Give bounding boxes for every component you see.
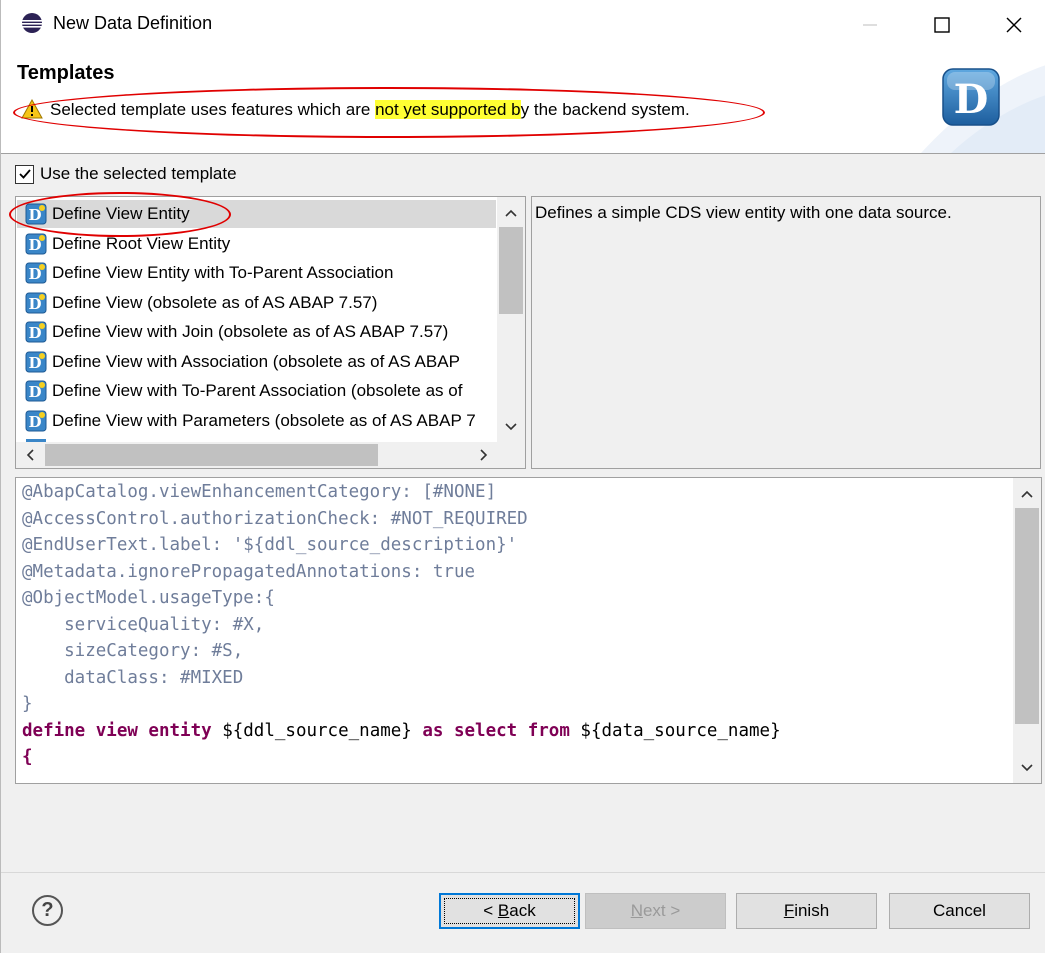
code-line: @EndUserText.label: '${ddl_source_descri… <box>22 535 517 555</box>
code-line: serviceQuality: #X, <box>22 615 264 635</box>
template-list-item-label: Define View with Association (obsolete a… <box>52 351 460 371</box>
template-list-item-label: Define View Entity with To-Parent Associ… <box>52 263 394 282</box>
scroll-down-arrow[interactable] <box>501 417 521 437</box>
window-title: New Data Definition <box>53 13 213 33</box>
back-button-label: ack <box>509 901 536 920</box>
chevron-down-icon <box>1021 764 1033 772</box>
scroll-right-arrow[interactable] <box>474 445 494 465</box>
finish-button-label: inish <box>794 901 830 920</box>
annotation-oval-selection <box>9 192 231 237</box>
wizard-banner: Templates Selected template uses feature… <box>1 50 1045 154</box>
finish-button[interactable]: Finish <box>736 893 877 929</box>
template-icon: D <box>25 351 47 372</box>
chevron-left-icon <box>26 449 34 461</box>
back-button[interactable]: < Back <box>439 893 580 929</box>
scroll-up-arrow[interactable] <box>501 203 521 223</box>
back-button-prefix: < <box>483 901 498 920</box>
hscroll-thumb[interactable] <box>45 444 378 466</box>
code-token: @AbapCatalog.viewEnhancementCategory: [#… <box>22 482 497 502</box>
code-line: } <box>22 694 33 714</box>
template-list-item[interactable]: D Define View Entity with To-Parent Assoc… <box>25 259 393 287</box>
title-bar: New Data Definition <box>1 0 1045 50</box>
template-code-preview[interactable]: @AbapCatalog.viewEnhancementCategory: [#… <box>15 477 1042 784</box>
code-token: @AccessControl.authorizationCheck: #NOT_… <box>22 508 528 529</box>
template-list-item-label: Define View with Join (obsolete as of AS… <box>52 322 449 341</box>
code-token: as select from <box>422 720 581 741</box>
template-list-hscrollbar[interactable] <box>16 442 525 468</box>
code-line: sizeCategory: #S, <box>22 641 243 661</box>
page-title: Templates <box>17 62 115 84</box>
code-vscrollbar[interactable] <box>1013 478 1041 783</box>
back-button-mnemonic: B <box>497 901 510 920</box>
code-token: define view entity <box>22 720 223 741</box>
template-icon: D <box>25 292 47 313</box>
code-token: @ObjectModel.usageType:{ <box>22 588 275 608</box>
code-line: define view entity ${ddl_source_name} as… <box>22 721 781 741</box>
code-line: dataClass: #MIXED <box>22 668 243 688</box>
template-list-item[interactable]: D Define View with Parameters (obsolete a… <box>25 407 476 435</box>
code-token: serviceQuality: #X, <box>22 614 265 635</box>
code-line: @Metadata.ignorePropagatedAnnotations: t… <box>22 562 475 582</box>
use-template-checkbox[interactable] <box>15 164 34 184</box>
dialog-window: New Data Definition Templates Selected t… <box>0 0 1045 953</box>
annotation-oval <box>13 87 765 138</box>
code-token: sizeCategory: #S, <box>22 641 244 661</box>
template-list-item-label: Define View with To-Parent Association (… <box>52 381 463 400</box>
template-icon: D <box>25 321 47 343</box>
template-description: Defines a simple CDS view entity with on… <box>535 203 952 222</box>
code-scroll-thumb[interactable] <box>1015 508 1039 724</box>
code-token: ${data_source_name} <box>580 720 781 741</box>
code-token: ${ddl_source_name} <box>222 720 423 741</box>
close-button[interactable] <box>991 8 1037 42</box>
code-token: @Metadata.ignorePropagatedAnnotations: t… <box>22 561 476 582</box>
chevron-up-icon <box>505 209 517 217</box>
scroll-left-arrow[interactable] <box>20 445 40 465</box>
next-button-label: ext > <box>642 901 681 920</box>
template-icon: D <box>25 380 47 402</box>
code-line: @AccessControl.authorizationCheck: #NOT_… <box>22 509 528 529</box>
template-icon: D <box>25 233 47 254</box>
maximize-icon <box>934 17 950 33</box>
template-list[interactable]: D Define View Entity D Define Root View Ent… <box>15 196 526 469</box>
code-line: { <box>22 747 33 767</box>
eclipse-icon <box>22 13 42 33</box>
template-list-item[interactable]: D Define View (obsolete as of AS ABAP 7.5… <box>25 289 377 317</box>
code-token: { <box>22 747 33 767</box>
chevron-right-icon <box>480 449 488 461</box>
close-icon <box>1006 17 1022 33</box>
next-button-mnemonic: N <box>630 901 643 920</box>
code-token: dataClass: #MIXED <box>22 667 244 688</box>
template-list-item[interactable]: D Define View with To-Parent Association … <box>25 377 462 405</box>
minimize-button[interactable] <box>847 8 893 42</box>
minimize-icon <box>863 24 877 26</box>
scroll-thumb[interactable] <box>499 227 523 314</box>
template-icon: D <box>25 410 47 431</box>
use-template-checkbox-row[interactable]: Use the selected template <box>15 164 237 184</box>
cancel-button[interactable]: Cancel <box>889 893 1030 929</box>
chevron-down-icon <box>505 423 517 431</box>
template-list-item[interactable]: D Define View with Association (obsolete … <box>25 348 460 376</box>
chevron-up-icon <box>1021 490 1033 498</box>
adt-logo-icon: D <box>942 68 1000 126</box>
code-token: } <box>22 694 33 714</box>
template-list-vscrollbar[interactable] <box>497 197 525 445</box>
use-template-label: Use the selected template <box>40 164 237 183</box>
code-scroll-down-arrow[interactable] <box>1017 758 1037 778</box>
checkmark-icon <box>18 169 31 179</box>
footer-separator <box>1 872 1045 873</box>
help-button[interactable]: ? <box>32 895 63 926</box>
template-list-item-label: Define View (obsolete as of AS ABAP 7.57… <box>52 292 378 312</box>
code-token: @EndUserText.label: '${ddl_source_descri… <box>22 535 518 555</box>
template-icon: D <box>25 262 47 284</box>
code-line: @AbapCatalog.viewEnhancementCategory: [#… <box>22 482 496 502</box>
finish-button-mnemonic: F <box>783 901 795 920</box>
code-scroll-up-arrow[interactable] <box>1017 484 1037 504</box>
maximize-button[interactable] <box>919 8 965 42</box>
template-list-item-label: Define View with Parameters (obsolete as… <box>52 410 476 430</box>
next-button[interactable]: Next > <box>585 893 726 929</box>
template-list-item[interactable]: D Define View with Join (obsolete as of A… <box>25 318 448 346</box>
code-line: @ObjectModel.usageType:{ <box>22 588 275 608</box>
svg-text:D: D <box>954 76 989 123</box>
template-description-box: Defines a simple CDS view entity with on… <box>531 196 1041 469</box>
